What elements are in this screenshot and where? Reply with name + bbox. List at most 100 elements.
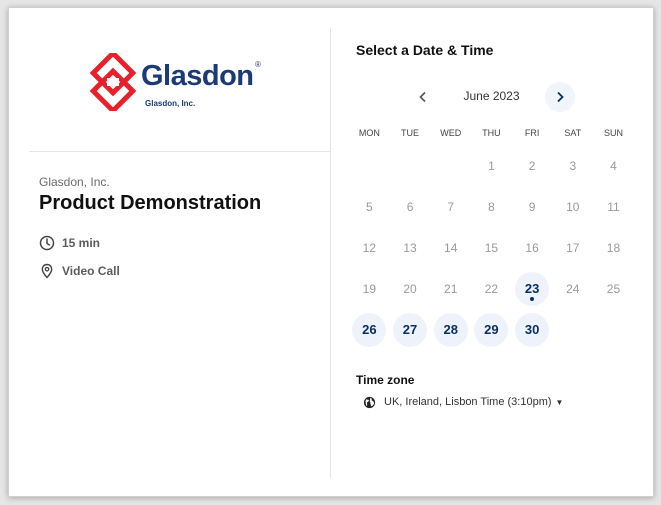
day-number: 5 xyxy=(366,199,373,214)
day-number: 16 xyxy=(525,240,539,255)
day-21: 21 xyxy=(430,268,471,309)
day-2: 2 xyxy=(512,145,553,186)
day-number: 2 xyxy=(528,158,536,173)
day-number: 30 xyxy=(524,322,540,337)
day-7: 7 xyxy=(430,186,471,227)
location-pin-icon xyxy=(41,263,53,279)
available-day-button[interactable]: 26 xyxy=(352,312,387,347)
booking-card: Glasdon ® Glasdon, Inc. Glasdon, Inc. Pr… xyxy=(8,7,654,497)
day-number: 28 xyxy=(443,322,458,337)
available-day-button[interactable]: 28 xyxy=(433,312,468,347)
day-8: 8 xyxy=(471,186,512,227)
day-number: 11 xyxy=(607,199,620,214)
brand-wordmark: Glasdon xyxy=(141,60,254,92)
organizer-name: Glasdon, Inc. xyxy=(39,175,110,189)
weekday-header: MON TUE WED THU FRI SAT SUN xyxy=(349,128,634,138)
day-number: 26 xyxy=(362,322,377,337)
day-number: 1 xyxy=(488,158,495,173)
current-month: June 2023 xyxy=(463,89,520,103)
day-29[interactable]: 29 xyxy=(471,309,512,350)
day-4: 4 xyxy=(593,145,634,186)
chevron-right-icon xyxy=(557,91,564,103)
timezone-selector[interactable]: UK, Ireland, Lisbon Time (3:10pm) ▼ xyxy=(363,394,563,410)
day-number: 8 xyxy=(488,199,495,214)
column-divider xyxy=(330,28,331,478)
day-number: 4 xyxy=(610,158,617,173)
day-23[interactable]: 23 xyxy=(512,268,553,309)
globe-icon xyxy=(363,396,376,408)
available-day-button[interactable]: 29 xyxy=(474,312,509,347)
timezone-label: Time zone xyxy=(356,373,415,387)
registered-mark: ® xyxy=(255,60,261,69)
weekday-sat: SAT xyxy=(564,128,582,138)
brand-subtitle: Glasdon, Inc. xyxy=(145,99,196,108)
day-27[interactable]: 27 xyxy=(390,309,431,350)
day-number: 29 xyxy=(484,322,499,337)
empty-day-cell xyxy=(390,145,431,186)
day-number: 7 xyxy=(447,199,455,214)
available-day-button[interactable]: 30 xyxy=(515,312,550,347)
day-number: 21 xyxy=(444,281,458,296)
day-10: 10 xyxy=(552,186,593,227)
clock-icon xyxy=(39,235,55,251)
duration-detail: 15 min xyxy=(39,233,100,253)
day-number: 13 xyxy=(403,240,417,255)
day-9: 9 xyxy=(512,186,553,227)
day-number: 25 xyxy=(606,281,621,296)
event-title: Product Demonstration xyxy=(39,192,262,214)
day-25: 25 xyxy=(593,268,634,309)
day-17: 17 xyxy=(552,227,593,268)
location-detail: Video Call xyxy=(39,261,120,281)
day-14: 14 xyxy=(430,227,471,268)
chevron-left-icon xyxy=(419,91,426,103)
day-number: 20 xyxy=(403,281,417,296)
weekday-fri: FRI xyxy=(524,128,540,138)
day-number: 12 xyxy=(362,240,377,255)
location-text: Video Call xyxy=(62,264,120,278)
scheduler-title: Select a Date & Time xyxy=(356,42,494,58)
day-number: 23 xyxy=(524,281,540,296)
day-6: 6 xyxy=(390,186,431,227)
next-month-button[interactable] xyxy=(545,82,575,112)
day-number: 27 xyxy=(402,322,418,337)
day-30[interactable]: 30 xyxy=(512,309,553,350)
day-number: 15 xyxy=(484,240,499,255)
glasdon-logo: Glasdon ® Glasdon, Inc. xyxy=(87,50,287,114)
day-20: 20 xyxy=(390,268,431,309)
day-11: 11 xyxy=(593,186,634,227)
empty-day-cell xyxy=(430,145,471,186)
day-3: 3 xyxy=(552,145,593,186)
weekday-tue: TUE xyxy=(401,128,420,138)
day-12: 12 xyxy=(349,227,390,268)
weekday-sun: SUN xyxy=(603,128,623,138)
month-navigator: June 2023 xyxy=(408,82,579,112)
day-number: 3 xyxy=(569,158,577,173)
day-26[interactable]: 26 xyxy=(349,309,390,350)
timezone-value: UK, Ireland, Lisbon Time (3:10pm) xyxy=(384,396,552,408)
available-day-button[interactable]: 27 xyxy=(393,312,428,347)
day-number: 14 xyxy=(444,240,458,255)
duration-text: 15 min xyxy=(62,236,101,250)
day-16: 16 xyxy=(512,227,553,268)
day-number: 6 xyxy=(406,199,414,214)
glasdon-mark-icon xyxy=(89,53,137,111)
day-number: 19 xyxy=(362,281,377,296)
day-19: 19 xyxy=(349,268,390,309)
day-number: 9 xyxy=(528,199,536,214)
day-number: 24 xyxy=(566,281,580,296)
caret-down-icon: ▼ xyxy=(555,397,564,407)
empty-day-cell xyxy=(349,145,390,186)
left-divider xyxy=(29,151,330,152)
day-number: 17 xyxy=(566,240,580,255)
weekday-mon: MON xyxy=(358,128,380,138)
previous-month-button[interactable] xyxy=(408,82,438,112)
day-28[interactable]: 28 xyxy=(430,309,471,350)
day-number: 22 xyxy=(484,281,499,296)
day-22: 22 xyxy=(471,268,512,309)
day-1: 1 xyxy=(471,145,512,186)
day-24: 24 xyxy=(552,268,593,309)
day-5: 5 xyxy=(349,186,390,227)
day-number: 10 xyxy=(566,199,580,214)
weekday-wed: WED xyxy=(440,128,462,138)
day-number: 18 xyxy=(606,240,621,255)
